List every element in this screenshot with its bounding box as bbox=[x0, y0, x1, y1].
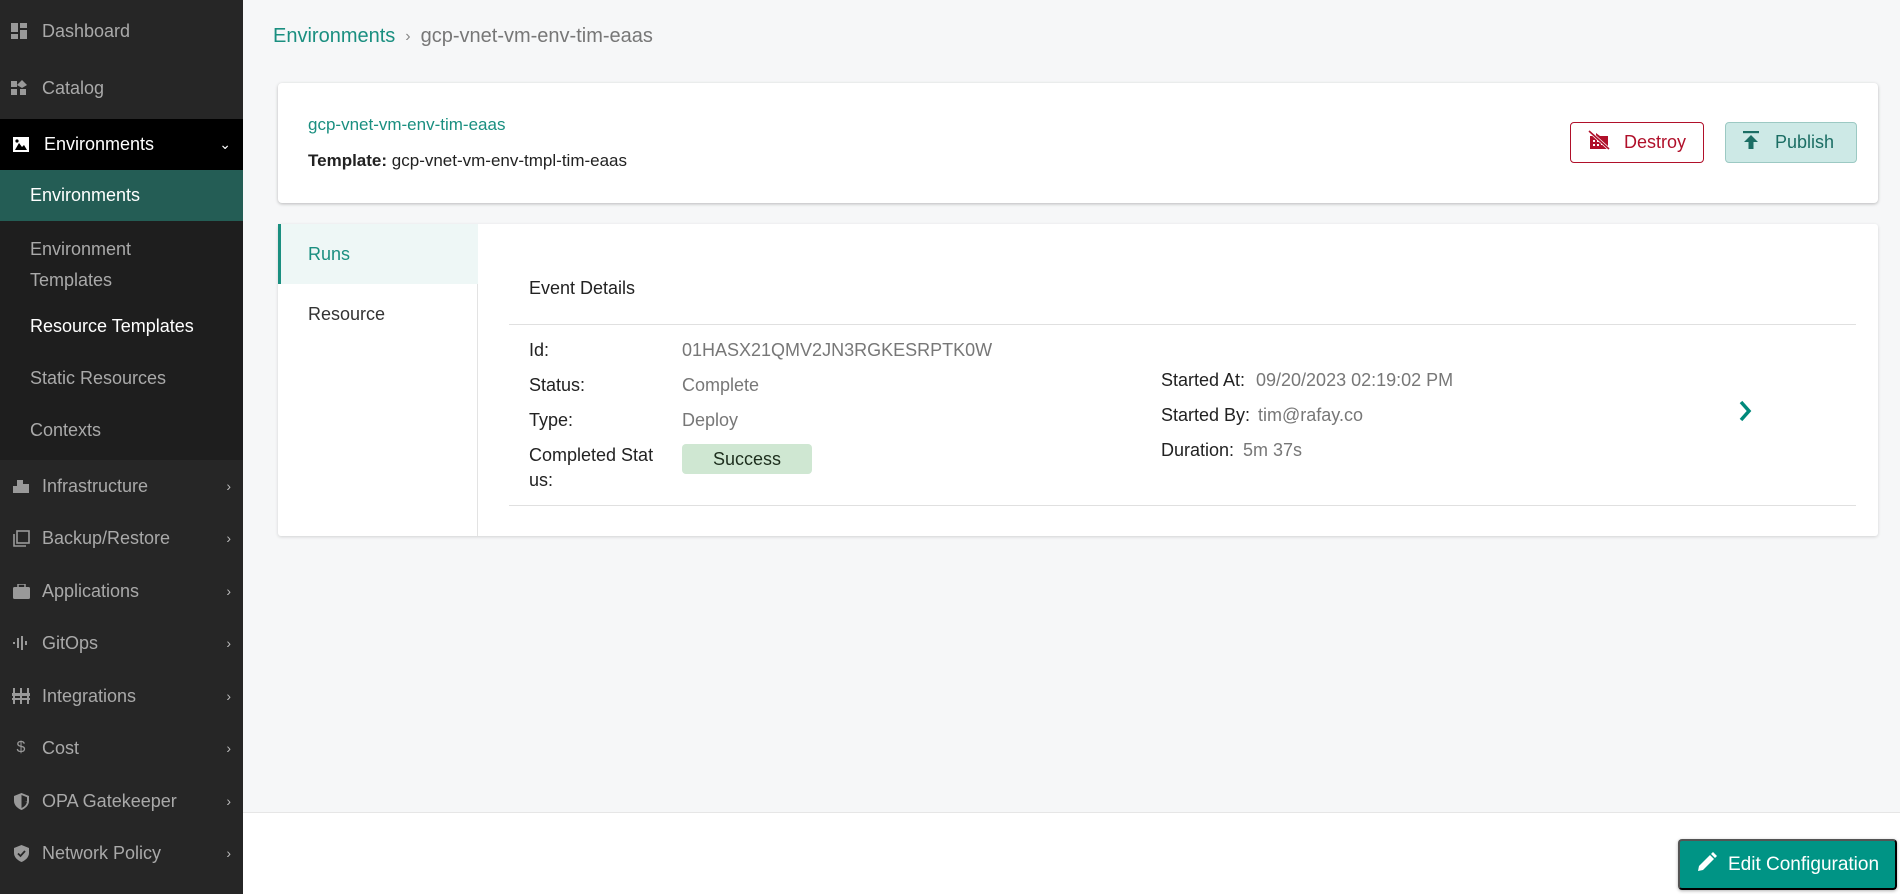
tab-resource[interactable]: Resource bbox=[278, 284, 478, 344]
destroy-icon bbox=[1587, 129, 1611, 155]
event-details-title: Event Details bbox=[529, 278, 636, 298]
completed-status-label-wrap: us: bbox=[529, 470, 554, 490]
footer-bar: Edit Configuration bbox=[243, 812, 1900, 894]
sidebar-item-label: Cost bbox=[42, 737, 80, 758]
sidebar-subitem-resource-templates[interactable]: Resource Templates bbox=[0, 316, 243, 337]
sidebar-item-label: GitOps bbox=[42, 632, 99, 653]
sidebar-item-label: Network Policy bbox=[42, 842, 162, 863]
sidebar-item-label: Infrastructure bbox=[42, 475, 149, 496]
environments-icon bbox=[12, 136, 30, 154]
sidebar-subitem-environments[interactable]: Environments bbox=[0, 170, 243, 221]
chevron-right-icon: › bbox=[226, 583, 231, 599]
completed-status-label: Completed Stat bbox=[529, 445, 654, 465]
dashboard-icon bbox=[10, 22, 28, 40]
sidebar-item-applications[interactable]: Applications › bbox=[0, 575, 243, 607]
sidebar-item-opa-gatekeeper[interactable]: OPA Gatekeeper › bbox=[0, 785, 243, 817]
dollar-icon: $ bbox=[16, 739, 26, 756]
sidebar-item-backup-restore[interactable]: Backup/Restore › bbox=[0, 522, 243, 554]
divider bbox=[509, 505, 1856, 506]
sidebar-item-label: Environments bbox=[44, 134, 155, 154]
started-at-value: 09/20/2023 02:19:02 PM bbox=[1256, 370, 1454, 390]
shield-icon bbox=[12, 792, 30, 810]
started-by-label: Started By: bbox=[1161, 405, 1251, 425]
duration-value: 5m 37s bbox=[1243, 440, 1303, 460]
sidebar-item-gitops[interactable]: GitOps › bbox=[0, 627, 243, 659]
tab-list: Runs Resource bbox=[278, 224, 478, 536]
sidebar-item-label: Dashboard bbox=[42, 20, 131, 41]
sidebar-item-label: Catalog bbox=[42, 77, 105, 98]
chevron-right-icon[interactable] bbox=[1736, 396, 1756, 426]
id-label: Id: bbox=[529, 340, 550, 360]
backup-icon bbox=[12, 529, 30, 547]
publish-label: Publish bbox=[1775, 132, 1835, 152]
sidebar-item-dashboard[interactable]: Dashboard bbox=[0, 3, 243, 59]
runs-card: Runs Resource Event Details Id: 01HASX21… bbox=[278, 224, 1878, 536]
catalog-icon bbox=[10, 79, 28, 97]
chevron-right-icon: › bbox=[226, 478, 231, 494]
pencil-icon bbox=[1697, 851, 1717, 878]
sidebar-item-network-policy[interactable]: Network Policy › bbox=[0, 837, 243, 869]
template-label: Template: bbox=[308, 151, 388, 170]
applications-icon bbox=[12, 582, 30, 600]
id-value: 01HASX21QMV2JN3RGKESRPTK0W bbox=[682, 340, 993, 360]
started-by-value: tim@rafay.co bbox=[1258, 405, 1363, 425]
breadcrumb-current: gcp-vnet-vm-env-tim-eaas bbox=[420, 25, 653, 47]
sidebar-subitem-label: Environment Templates bbox=[30, 239, 132, 290]
sidebar-item-label: Applications bbox=[42, 580, 140, 601]
integrations-icon bbox=[12, 687, 30, 705]
status-badge: Success bbox=[682, 444, 812, 474]
sidebar-item-cost[interactable]: $ Cost › bbox=[0, 732, 243, 764]
breadcrumb-link-environments[interactable]: Environments bbox=[273, 25, 395, 48]
edit-configuration-label: Edit Configuration bbox=[1728, 853, 1880, 875]
sidebar-item-label: OPA Gatekeeper bbox=[42, 790, 177, 811]
sidebar-item-catalog[interactable]: Catalog bbox=[0, 60, 243, 116]
status-value: Complete bbox=[682, 375, 760, 395]
edit-configuration-button[interactable]: Edit Configuration bbox=[1678, 839, 1897, 890]
sidebar-item-infrastructure[interactable]: Infrastructure › bbox=[0, 470, 243, 502]
chevron-right-icon: › bbox=[226, 688, 231, 704]
started-at-label: Started At: bbox=[1161, 370, 1246, 390]
sidebar-item-integrations[interactable]: Integrations › bbox=[0, 680, 243, 712]
chevron-right-icon: › bbox=[226, 740, 231, 756]
sidebar-subitem-static-resources[interactable]: Static Resources bbox=[0, 368, 243, 389]
sidebar-item-label: Integrations bbox=[42, 685, 137, 706]
sidebar-item-environments[interactable]: Environments ⌄ bbox=[0, 119, 243, 170]
sidebar: Dashboard Catalog Environments ⌄ Environ… bbox=[0, 0, 243, 894]
tab-runs[interactable]: Runs bbox=[278, 224, 478, 284]
breadcrumb: Environments › gcp-vnet-vm-env-tim-eaas bbox=[273, 25, 653, 48]
sidebar-subitem-label: Contexts bbox=[30, 420, 102, 440]
sidebar-subitem-label: Static Resources bbox=[30, 368, 167, 388]
type-value: Deploy bbox=[682, 410, 739, 430]
chevron-right-icon: › bbox=[226, 635, 231, 651]
template-info: Template: gcp-vnet-vm-env-tmpl-tim-eaas bbox=[308, 151, 627, 171]
status-label: Status: bbox=[529, 375, 586, 395]
environment-header-card: gcp-vnet-vm-env-tim-eaas Template: gcp-v… bbox=[278, 83, 1878, 203]
chevron-right-icon: › bbox=[226, 530, 231, 546]
destroy-label: Destroy bbox=[1624, 132, 1687, 152]
gitops-icon bbox=[12, 634, 30, 652]
shield-check-icon bbox=[12, 844, 30, 862]
destroy-button[interactable]: Destroy bbox=[1570, 122, 1704, 163]
publish-icon bbox=[1743, 131, 1759, 154]
sidebar-item-label: Backup/Restore bbox=[42, 527, 171, 548]
breadcrumb-separator: › bbox=[405, 27, 411, 45]
chevron-right-icon: › bbox=[226, 793, 231, 809]
divider bbox=[509, 324, 1856, 325]
sidebar-subitem-environment-templates[interactable]: Environment Templates bbox=[0, 234, 170, 296]
publish-button[interactable]: Publish bbox=[1725, 122, 1857, 163]
infrastructure-icon bbox=[12, 477, 30, 495]
chevron-down-icon: ⌄ bbox=[219, 136, 231, 152]
chevron-right-icon: › bbox=[226, 845, 231, 861]
sidebar-subitem-label: Resource Templates bbox=[30, 316, 194, 336]
duration-label: Duration: bbox=[1161, 440, 1235, 460]
sidebar-subitem-label: Environments bbox=[30, 185, 141, 205]
sidebar-subitem-contexts[interactable]: Contexts bbox=[0, 420, 243, 441]
type-label: Type: bbox=[529, 410, 574, 430]
environment-name: gcp-vnet-vm-env-tim-eaas bbox=[308, 115, 506, 134]
template-value: gcp-vnet-vm-env-tmpl-tim-eaas bbox=[391, 151, 628, 170]
